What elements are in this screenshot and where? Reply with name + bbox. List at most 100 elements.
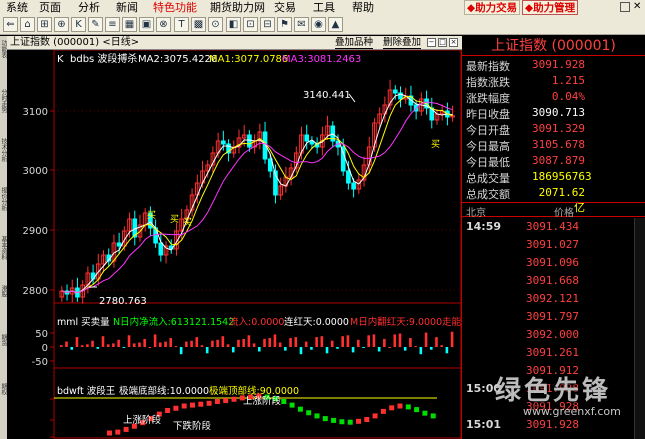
tick-price: 3091.928: [526, 400, 579, 413]
left-tab[interactable]: 分时走势: [0, 89, 7, 135]
band-dot: [339, 419, 345, 425]
left-tab[interactable]: 基本资料: [0, 236, 7, 282]
toolbar-button-icon[interactable]: ⚑: [277, 17, 292, 32]
toolbar-button-icon[interactable]: ⊟: [260, 17, 275, 32]
volume-bar: [159, 342, 162, 347]
candle-body: [158, 242, 164, 256]
menu-item[interactable]: 期货助力网: [210, 1, 265, 14]
volume-bar: [383, 338, 386, 347]
moving-average-line: [61, 96, 453, 294]
toolbar-button-icon[interactable]: ⌂: [20, 17, 35, 32]
toolbar-button-icon[interactable]: ◧: [226, 17, 241, 32]
toolbar-button-icon[interactable]: ▩: [191, 17, 206, 32]
quote-label: 总成交量: [466, 172, 510, 185]
quote-panel: 上证指数 (000001) 最新指数 3091.928 指数涨跌 1.215 涨跌幅度 0…: [462, 36, 645, 439]
volume-bar: [403, 347, 407, 351]
toolbar-button-icon[interactable]: ⇐: [3, 17, 18, 32]
volume-bar: [86, 344, 89, 347]
menu-item[interactable]: 页面: [39, 1, 61, 14]
remove-overlay-button[interactable]: 删除叠加: [383, 37, 422, 49]
volume-bar: [205, 347, 209, 354]
toolbar-button-icon[interactable]: ◉: [311, 17, 326, 32]
left-tab[interactable]: 港股: [0, 285, 7, 331]
toolbar-button-icon[interactable]: ✉: [294, 17, 309, 32]
tick-price: 3091.096: [526, 256, 579, 269]
vol-red-streak: 连红天:0.0000: [284, 316, 349, 328]
volume-bar: [398, 333, 402, 347]
window-close-icon[interactable]: ✕: [633, 1, 641, 13]
overlay-button[interactable]: 叠加品种: [335, 37, 374, 49]
menu-item[interactable]: 新闻: [116, 1, 138, 14]
left-tab[interactable]: 报价分析: [0, 187, 7, 233]
buy-mark: 买: [170, 214, 179, 225]
quote-row: 今日开盘 3091.329: [462, 122, 645, 137]
panel-minimize-icon[interactable]: −: [427, 38, 436, 47]
tick-price: 3091.668: [526, 274, 579, 287]
quote-value: 0.04%: [551, 90, 585, 103]
tick-price: 3091.434: [526, 220, 579, 233]
volume-bar: [284, 347, 287, 351]
panel-maximize-icon[interactable]: □: [438, 38, 447, 47]
menu-bar: 系统 页面 分析 新闻 特色功能 期货助力网 交易 工具 帮助 ◆助力交易 ◆助力管理 ✕: [0, 0, 645, 15]
toolbar-button-icon[interactable]: ▲: [328, 17, 343, 32]
tick-scrollbar[interactable]: [634, 218, 645, 439]
left-tab[interactable]: 期权: [0, 383, 7, 429]
candle-body: [247, 134, 252, 148]
menu-item[interactable]: 特色功能: [153, 1, 197, 14]
low-annotation: 2780.763: [99, 296, 147, 307]
vol-net-inflow: N日内净流入:613121.1542: [113, 316, 234, 328]
quote-label: 最新指数: [466, 60, 510, 73]
quote-row: 最新指数 3091.928: [462, 58, 645, 73]
vol-m-red: M日内翻红天:9.0000: [350, 316, 442, 328]
toolbar-button-icon[interactable]: ✎: [88, 17, 103, 32]
menu-item[interactable]: 工具: [313, 1, 335, 14]
trade-assist-button[interactable]: ◆助力交易: [464, 0, 521, 15]
toolbar-button-icon[interactable]: ≡: [105, 17, 120, 32]
quote-value: 3090.713: [532, 106, 585, 119]
menu-item[interactable]: 交易: [274, 1, 296, 14]
toolbar-button-icon[interactable]: ⊞: [37, 17, 52, 32]
band-dot: [430, 413, 436, 419]
window-restore-icon[interactable]: [620, 2, 630, 12]
menu-item[interactable]: 分析: [78, 1, 100, 14]
band-dot: [331, 417, 337, 423]
toolbar-button-icon[interactable]: ▦: [122, 17, 137, 32]
toolbar-button-icon[interactable]: ⊙: [208, 17, 223, 32]
toolbar-button-icon[interactable]: ⊕: [54, 17, 69, 32]
quote-row: 总成交额 2071.62亿: [462, 186, 645, 214]
band-dot: [289, 402, 295, 408]
panel-close-icon[interactable]: ×: [449, 38, 458, 47]
toolbar-button-icon[interactable]: ⊗: [156, 17, 171, 32]
left-tab[interactable]: 技术分析: [0, 138, 7, 184]
vol-indicator-name: mml 买卖量: [57, 317, 110, 328]
left-tab[interactable]: 期货: [0, 334, 7, 380]
tick-row: 3091.912: [462, 364, 645, 379]
toolbar-button-icon[interactable]: K: [71, 17, 86, 32]
quote-value: 186956763: [532, 170, 592, 183]
volume-bar: [263, 338, 266, 347]
volume-bar: [242, 338, 245, 347]
menu-item[interactable]: 帮助: [352, 1, 374, 14]
candle-body: [346, 170, 351, 184]
volume-bar: [435, 337, 438, 347]
quote-row: 总成交量 186956763: [462, 170, 645, 185]
band-dot: [281, 399, 287, 404]
quote-label: 今日最低: [466, 156, 510, 169]
volume-bar: [80, 345, 84, 347]
volume-bar: [409, 338, 412, 347]
left-tab[interactable]: 功能表: [0, 40, 7, 86]
kline-chart[interactable]: 3100300029002800K bdbs 波段搏杀 MA2:3075.4226M…: [7, 50, 462, 439]
volume-bar: [221, 336, 225, 347]
menu-item[interactable]: 系统: [6, 1, 28, 14]
toolbar-button-icon[interactable]: T: [174, 17, 189, 32]
plot-frame: [53, 50, 462, 439]
band-dot: [397, 403, 403, 409]
manage-assist-button[interactable]: ◆助力管理: [522, 0, 579, 15]
volume-bar: [289, 338, 292, 347]
toolbar-button-icon[interactable]: ⊡: [243, 17, 258, 32]
quote-row: 指数涨跌 1.215: [462, 74, 645, 89]
candle-body: [304, 134, 310, 142]
volume-bar: [112, 343, 115, 347]
candle-body: [116, 242, 122, 247]
toolbar-button-icon[interactable]: ▣: [139, 17, 154, 32]
